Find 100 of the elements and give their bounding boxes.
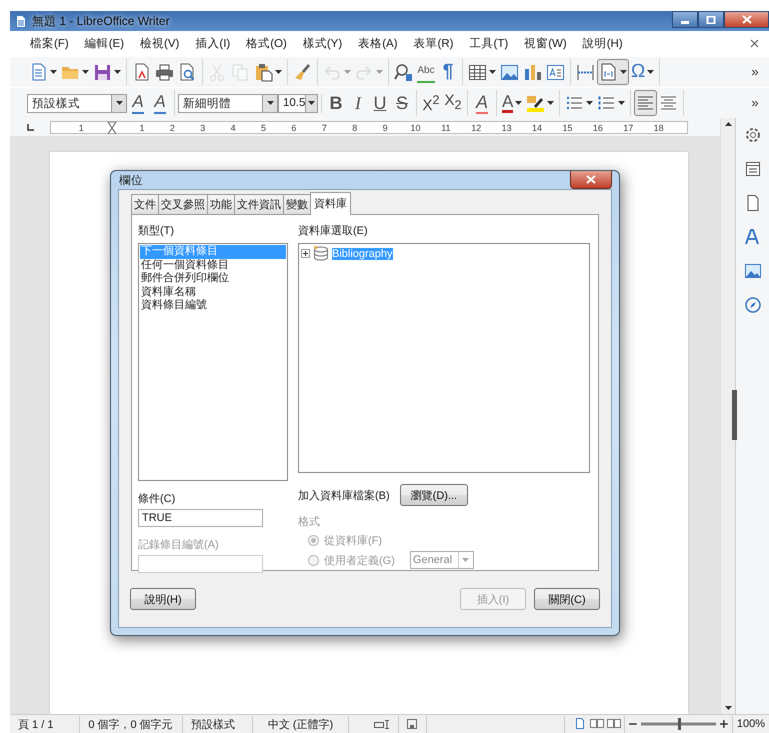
landscape-image-icon: [500, 62, 519, 82]
tab[interactable]: 資料庫: [310, 192, 351, 215]
ruler-number: 5: [260, 122, 268, 132]
more-button[interactable]: »: [744, 90, 766, 116]
language: 中文 (正體字): [253, 716, 349, 732]
caret-icon: [344, 70, 351, 74]
book-icon: [606, 718, 621, 728]
styles-panel-icon: [744, 160, 762, 178]
list-item[interactable]: 資料庫名稱: [140, 286, 286, 299]
sidebar-handle[interactable]: [732, 390, 737, 440]
field-label: 加入資料庫檔案(B): [298, 488, 390, 502]
minimize-button[interactable]: [672, 11, 698, 28]
ruler-number: 15: [561, 122, 574, 132]
dialog-button[interactable]: 關閉(C): [534, 588, 600, 610]
new-style-button[interactable]: A: [149, 90, 171, 116]
field-icon: [599, 62, 618, 82]
dialog-close-button[interactable]: [570, 171, 612, 189]
caret-icon: [620, 70, 627, 74]
menu-item[interactable]: 檢視(V): [132, 36, 188, 51]
scroll-up-icon: [724, 122, 732, 126]
more-button[interactable]: »: [744, 59, 766, 85]
field-button[interactable]: [597, 59, 629, 85]
ruler-number: 17: [622, 122, 634, 132]
caret-icon: [114, 70, 121, 74]
strikethrough-button[interactable]: S: [391, 90, 413, 116]
paragraph-style-combo[interactable]: 預設樣式: [27, 94, 127, 112]
page-count: 頁 1 / 1: [10, 716, 80, 732]
vertical-scrollbar[interactable]: [720, 118, 735, 714]
tab[interactable]: 變數: [283, 194, 311, 214]
maximize-button[interactable]: [698, 11, 724, 28]
tree-label: 資料庫選取(E): [298, 224, 369, 239]
bold-button[interactable]: B: [325, 90, 347, 116]
menu-item[interactable]: 視窗(W): [516, 36, 575, 51]
special-character-button[interactable]: Ω: [629, 59, 656, 85]
list-item[interactable]: 資料條目編號: [140, 299, 286, 312]
browse-button[interactable]: 瀏覽(D)...: [400, 484, 468, 506]
close-icon: [586, 175, 596, 184]
expand-icon[interactable]: [301, 249, 310, 258]
formatting-marks-button[interactable]: ¶: [437, 59, 459, 85]
tab[interactable]: 交叉參照: [158, 194, 208, 214]
record-number-field[interactable]: [138, 555, 263, 573]
align-left-button[interactable]: [634, 90, 658, 116]
underline-button[interactable]: U: [369, 90, 391, 116]
menu-item[interactable]: 插入(I): [187, 36, 238, 51]
dialog-button[interactable]: 說明(H): [130, 588, 196, 610]
clear-formatting-button[interactable]: A: [471, 90, 493, 116]
condition-field[interactable]: TRUE: [138, 509, 263, 527]
ruler-number: 9: [382, 122, 389, 132]
ruler-number: 12: [470, 122, 482, 132]
font-name-combo[interactable]: 新細明體: [178, 94, 278, 112]
database-icon: [313, 246, 329, 261]
menu-item[interactable]: 格式(O): [238, 36, 295, 51]
menu-item[interactable]: 檔案(F): [22, 36, 77, 51]
close-icon: [742, 15, 752, 24]
font-size-combo[interactable]: 10.5: [278, 94, 318, 112]
bar-chart-icon: [523, 62, 542, 82]
caret-icon: [547, 101, 554, 105]
update-style-button[interactable]: A: [127, 90, 149, 116]
caret-icon: [618, 101, 626, 105]
caret-icon: [462, 558, 470, 562]
caret-icon: [308, 101, 316, 105]
caret-icon: [275, 70, 282, 74]
tab-stop-icon: [26, 124, 34, 130]
menu-item[interactable]: 樣式(Y): [294, 36, 350, 51]
tab[interactable]: 功能: [207, 194, 235, 214]
page-style: 預設樣式: [182, 716, 254, 732]
menu-item[interactable]: 說明(H): [574, 36, 631, 51]
field-label: 條件(C): [138, 492, 176, 507]
highlighter-icon: [526, 94, 546, 112]
close-button[interactable]: [724, 11, 769, 28]
ruler-number: 4: [230, 122, 237, 132]
menu-item[interactable]: 編輯(E): [76, 36, 132, 51]
list-item[interactable]: 任何一個資料條目: [140, 258, 286, 272]
type-list[interactable]: 下一個資料條目 任何一個資料條目 郵件合併列印欄位 資料庫名稱 資料條目編號: [138, 243, 288, 481]
scissors-icon: [208, 62, 227, 82]
tab[interactable]: 文件: [131, 194, 159, 214]
two-page-icon: [590, 718, 604, 728]
properties-icon: [744, 126, 762, 144]
dialog-title: 欄位: [118, 174, 143, 188]
zoom-slider-thumb[interactable]: [678, 718, 682, 730]
navigator-icon: [744, 296, 762, 314]
subscript-button[interactable]: X$_{2}$: [442, 90, 464, 116]
menu-item[interactable]: 表格(A): [350, 36, 406, 51]
spelling-button[interactable]: Abc: [415, 59, 437, 85]
font-color-button[interactable]: A: [500, 90, 524, 116]
menu-item[interactable]: 工具(T): [462, 36, 516, 51]
list-label: 類型(T): [138, 224, 176, 239]
caret-icon: [266, 101, 274, 105]
menu-item[interactable]: 表單(R): [406, 36, 462, 51]
caret-icon: [50, 70, 57, 74]
superscript-button[interactable]: X$^{2}$: [420, 90, 442, 116]
caret-icon: [647, 70, 654, 74]
tab[interactable]: 文件資訊: [234, 194, 284, 214]
ruler-number: 11: [440, 122, 452, 132]
list-item[interactable]: 郵件合併列印欄位: [140, 272, 286, 286]
caret-icon: [116, 101, 122, 105]
italic-button[interactable]: I: [347, 90, 369, 116]
field-label: 記錄條目編號(A): [138, 538, 220, 553]
ruler-number: 1: [138, 122, 146, 132]
gallery-icon: [744, 262, 762, 280]
